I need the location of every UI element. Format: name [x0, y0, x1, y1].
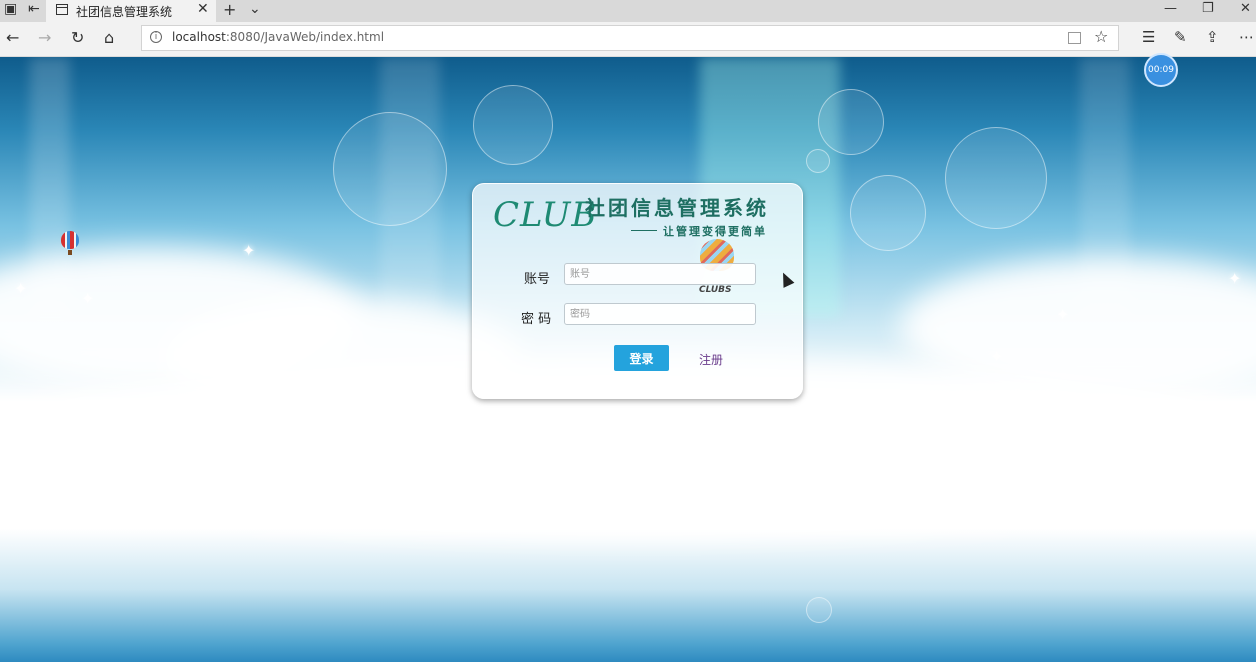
tab-strip: ▣ ⇤ 社团信息管理系统 ✕ + ⌄ — ❐ ✕: [0, 0, 1256, 22]
bokeh-bubble: [945, 127, 1047, 229]
login-panel: CLUB 社团信息管理系统 让管理变得更简单 CLUBS 账号 密 码 登录 注…: [472, 183, 803, 399]
password-input[interactable]: [564, 303, 756, 325]
account-label: 账号: [524, 272, 551, 287]
info-icon[interactable]: i: [150, 31, 162, 43]
logo-club-text: CLUB: [493, 195, 598, 235]
clubs-balloon-label: CLUBS: [699, 285, 732, 295]
bokeh-bubble: [806, 149, 830, 173]
login-button[interactable]: 登录: [614, 345, 669, 371]
tab-actions-icon[interactable]: ▣: [4, 1, 17, 17]
address-bar-row: ← → ↻ ⌂ i localhost:8080/JavaWeb/index.h…: [0, 22, 1256, 57]
bokeh-bubble: [333, 112, 447, 226]
system-title: 社团信息管理系统: [585, 196, 769, 220]
favorite-star-icon[interactable]: ☆: [1094, 27, 1108, 46]
sparkle: ✦: [242, 241, 256, 260]
bokeh-bubble: [818, 89, 884, 155]
share-icon[interactable]: ⇪: [1206, 28, 1219, 46]
home-icon[interactable]: ⌂: [104, 28, 114, 47]
notes-icon[interactable]: ✎: [1174, 28, 1187, 46]
sparkle: ✦: [1228, 269, 1242, 288]
minimize-icon[interactable]: —: [1164, 1, 1177, 16]
slogan-dash: [631, 230, 657, 231]
sparkle: ✦: [232, 325, 246, 344]
restore-icon[interactable]: ❐: [1202, 1, 1214, 16]
tab-title: 社团信息管理系统: [76, 5, 173, 19]
tab-close-icon[interactable]: ✕: [197, 1, 209, 17]
url-host: localhost: [172, 30, 226, 44]
sparkle: ✦: [81, 289, 95, 308]
register-link[interactable]: 注册: [699, 351, 723, 368]
more-icon[interactable]: ⋯: [1239, 28, 1254, 46]
url-text: localhost:8080/JavaWeb/index.html: [172, 30, 384, 44]
password-label: 密 码: [521, 312, 552, 327]
account-input[interactable]: [564, 263, 756, 285]
bokeh-bubble: [850, 175, 926, 251]
sparkle: ✦: [282, 367, 296, 386]
bokeh-bubble: [806, 597, 832, 623]
sparkle: ✦: [14, 279, 28, 298]
set-aside-tabs-icon[interactable]: ⇤: [28, 1, 40, 17]
sparkle: ✦: [990, 347, 1004, 366]
browser-tab[interactable]: 社团信息管理系统 ✕: [46, 0, 216, 22]
reading-view-icon[interactable]: [1068, 32, 1081, 44]
sparkle: ✦: [1056, 305, 1070, 324]
hot-air-balloon-icon: [61, 231, 79, 255]
tab-list-icon[interactable]: ⌄: [249, 1, 261, 17]
url-path: :8080/JavaWeb/index.html: [225, 30, 385, 44]
new-tab-icon[interactable]: +: [223, 0, 236, 19]
recording-timer-badge[interactable]: 00:09: [1144, 53, 1178, 87]
forward-icon[interactable]: →: [38, 28, 51, 47]
favorites-icon[interactable]: ☰: [1142, 28, 1155, 46]
system-slogan: 让管理变得更简单: [663, 225, 767, 238]
close-window-icon[interactable]: ✕: [1240, 1, 1251, 16]
refresh-icon[interactable]: ↻: [71, 28, 84, 47]
back-icon[interactable]: ←: [6, 28, 19, 47]
bokeh-bubble: [473, 85, 553, 165]
page-icon: [56, 4, 68, 15]
address-input[interactable]: i localhost:8080/JavaWeb/index.html ☆: [141, 25, 1119, 51]
